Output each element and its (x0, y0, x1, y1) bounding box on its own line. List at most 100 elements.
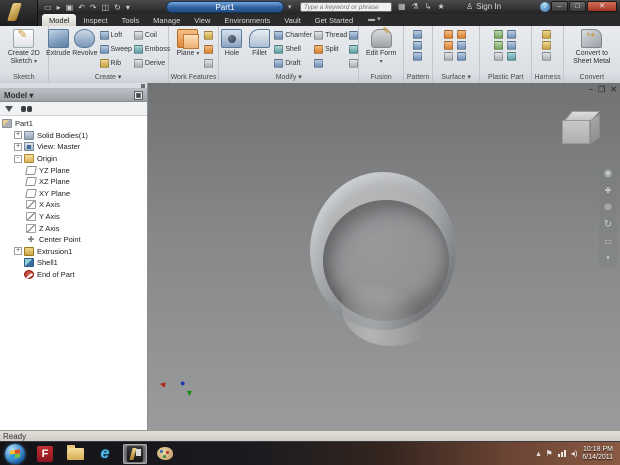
lip-icon[interactable] (507, 52, 516, 61)
look-at-icon[interactable]: ▭ (604, 237, 612, 247)
plane-button[interactable]: Plane ▾ (174, 28, 202, 59)
hole-button[interactable]: Hole (219, 28, 244, 58)
create-harness-icon[interactable] (542, 41, 551, 50)
edit-form-button[interactable]: Edit Form ▾ (365, 28, 397, 66)
expander[interactable]: + (14, 247, 22, 255)
split-button[interactable]: Split (314, 43, 347, 56)
tree-item-extrusion1[interactable]: + Extrusion1 (2, 246, 147, 258)
doc-minimize-icon[interactable]: – (589, 85, 593, 94)
browser-scrollbar[interactable] (0, 83, 147, 89)
move-face-button[interactable] (349, 29, 358, 42)
search-options-icon[interactable]: ▦ (398, 2, 406, 11)
shell-button[interactable]: Shell (274, 43, 312, 56)
tree-item-y-axis[interactable]: Y Axis (2, 211, 147, 223)
rib-button[interactable]: Rib (100, 57, 132, 70)
sculpt-icon[interactable] (457, 30, 466, 39)
tree-item-z-axis[interactable]: Z Axis (2, 222, 147, 234)
new-file-icon[interactable]: ▭ (44, 3, 52, 12)
convert-to-sheet-metal-button[interactable]: Convert to Sheet Metal (570, 28, 614, 65)
navbar-dropdown-icon[interactable]: ▾ (606, 254, 610, 264)
expander[interactable]: + (14, 143, 22, 151)
tab-view[interactable]: View (187, 14, 217, 26)
tree-item-solid-bodies[interactable]: + Solid Bodies(1) (2, 130, 147, 142)
rectangular-pattern-icon[interactable] (413, 30, 422, 39)
ribbon-options-icon[interactable]: ▬ ▾ (368, 14, 380, 26)
tab-vault[interactable]: Vault (277, 14, 308, 26)
copy-object-button[interactable] (349, 43, 358, 56)
move-bodies-button[interactable] (349, 57, 358, 70)
network-icon[interactable] (558, 450, 566, 457)
grill-icon[interactable] (494, 30, 503, 39)
emboss-button[interactable]: Emboss (134, 43, 170, 56)
fillet-button[interactable]: Fillet (247, 28, 272, 58)
start-button[interactable] (5, 444, 25, 464)
tree-item-shell1[interactable]: Shell1 (2, 257, 147, 269)
extrude-button[interactable]: Extrude (46, 28, 70, 58)
help-search-input[interactable] (300, 2, 392, 12)
browser-header[interactable]: Model ▾ ▣ (0, 89, 147, 102)
tree-item-xz-plane[interactable]: XZ Plane (2, 176, 147, 188)
tab-environments[interactable]: Environments (217, 14, 277, 26)
rest-icon[interactable] (494, 41, 503, 50)
coil-button[interactable]: Coil (134, 29, 170, 42)
download-icon[interactable]: ↳ (425, 2, 432, 11)
patch-icon[interactable] (444, 41, 453, 50)
navigation-wheel-icon[interactable]: ◉ (604, 169, 613, 179)
zoom-icon[interactable]: ⊕ (604, 203, 612, 213)
find-icon[interactable] (21, 106, 32, 112)
document-switch-icon[interactable]: ▾ (288, 3, 292, 11)
taskbar-internet-explorer[interactable]: e (93, 444, 117, 464)
view-cube-side-face[interactable] (590, 113, 600, 144)
point-button[interactable] (204, 43, 213, 56)
inventor-app-button[interactable] (0, 0, 38, 26)
taskbar-autodesk-inventor[interactable] (123, 444, 147, 464)
part-model-bore[interactable] (323, 200, 449, 321)
loft-button[interactable]: Loft (100, 29, 132, 42)
help-icon[interactable]: ? (540, 2, 550, 12)
maximize-button[interactable]: □ (569, 1, 586, 12)
print-icon[interactable]: ◫ (102, 3, 110, 12)
extend-icon[interactable] (444, 52, 453, 61)
sign-in-button[interactable]: ♙ Sign In (466, 2, 501, 11)
doc-close-icon[interactable]: ✕ (610, 85, 617, 94)
update-icon[interactable]: ↻ (114, 3, 121, 12)
show-hidden-icons-icon[interactable]: ▴ (537, 450, 541, 458)
group-label-surface[interactable]: Surface ▾ (433, 72, 479, 83)
qat-dropdown-icon[interactable]: ▾ (126, 3, 130, 12)
undo-icon[interactable]: ↶ (78, 3, 85, 12)
orbit-icon[interactable]: ↻ (604, 220, 612, 230)
thread-button[interactable]: Thread (314, 29, 347, 42)
view-cube[interactable] (562, 111, 606, 155)
doc-restore-icon[interactable]: ❐ (598, 85, 605, 94)
filter-icon[interactable] (5, 106, 13, 112)
group-label-modify[interactable]: Modify ▾ (219, 72, 358, 83)
tree-item-yz-plane[interactable]: YZ Plane (2, 164, 147, 176)
expander[interactable]: + (14, 131, 22, 139)
route-icon[interactable] (542, 30, 551, 39)
create-2d-sketch-button[interactable]: Create 2D Sketch ▾ (6, 28, 41, 66)
trim-icon[interactable] (457, 41, 466, 50)
tree-item-end-of-part[interactable]: End of Part (2, 269, 147, 281)
pan-icon[interactable]: ✚ (605, 186, 612, 196)
tree-item-x-axis[interactable]: X Axis (2, 199, 147, 211)
sweep-button[interactable]: Sweep (100, 43, 132, 56)
tree-item-origin[interactable]: - Origin (2, 153, 147, 165)
tree-item-view-master[interactable]: + View: Master (2, 141, 147, 153)
action-center-flag-icon[interactable]: ⚑ (546, 450, 553, 458)
pin-icon[interactable]: ▣ (134, 91, 143, 100)
snap-fit-icon[interactable] (507, 41, 516, 50)
save-icon[interactable]: ▣ (66, 3, 74, 12)
taskbar-paint[interactable] (153, 444, 177, 464)
taskbar-windows-explorer[interactable] (63, 444, 87, 464)
taskbar-red-f-app[interactable]: F (33, 444, 57, 464)
stitch-icon[interactable] (444, 30, 453, 39)
minimize-button[interactable]: – (551, 1, 568, 12)
axis-button[interactable] (204, 29, 213, 42)
draft-button[interactable]: Draft (274, 57, 312, 70)
tab-get-started[interactable]: Get Started (308, 14, 360, 26)
tab-tools[interactable]: Tools (115, 14, 147, 26)
model-viewport[interactable]: – ❐ ✕ ◉ ✚ ⊕ ↻ ▭ ▾ (148, 83, 620, 430)
part-model-cylinder[interactable] (310, 172, 456, 330)
delete-face-icon[interactable] (457, 52, 466, 61)
group-label-create[interactable]: Create ▾ (49, 72, 168, 83)
